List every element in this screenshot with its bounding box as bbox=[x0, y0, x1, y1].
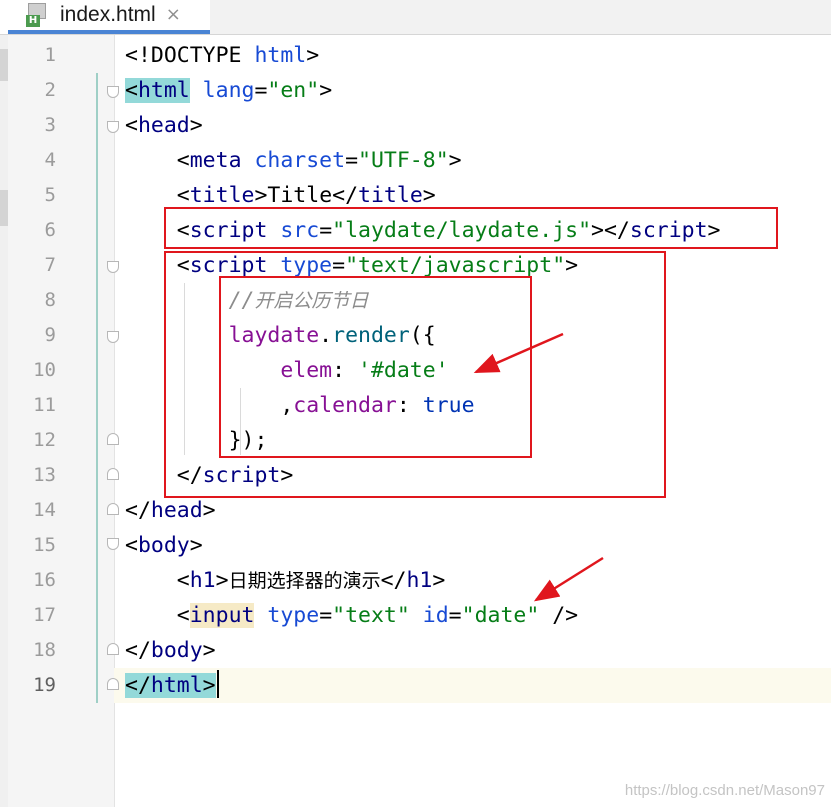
text-caret bbox=[216, 670, 219, 698]
fold-marker-html-end[interactable] bbox=[107, 678, 119, 690]
code-line-16: <h1>日期选择器的演示</h1> bbox=[176, 568, 446, 593]
line-number: 4 bbox=[44, 149, 56, 171]
left-scroll-strip bbox=[0, 35, 8, 807]
annotation-box-laydate-import bbox=[164, 207, 778, 249]
annotation-box-render-call bbox=[219, 276, 532, 458]
line-number: 13 bbox=[33, 464, 56, 486]
code-line-4: <meta charset="UTF-8"> bbox=[176, 148, 462, 173]
tab-index-html[interactable]: H index.html × bbox=[0, 0, 210, 34]
line-number: 16 bbox=[33, 569, 56, 591]
line-number: 7 bbox=[44, 254, 56, 276]
line-number: 3 bbox=[44, 114, 56, 136]
fold-marker-body-end[interactable] bbox=[107, 643, 119, 655]
fold-marker-html[interactable] bbox=[107, 86, 119, 98]
fold-marker-render[interactable] bbox=[107, 331, 119, 343]
html-file-icon: H bbox=[26, 3, 52, 29]
line-number: 2 bbox=[44, 79, 56, 101]
code-line-2: <html lang="en"> bbox=[125, 78, 333, 103]
code-line-15: <body> bbox=[125, 533, 203, 558]
line-number: 11 bbox=[33, 394, 56, 416]
fold-marker-script[interactable] bbox=[107, 261, 119, 273]
tab-label: index.html bbox=[60, 3, 156, 26]
line-number: 18 bbox=[33, 639, 56, 661]
vcs-change-marker[interactable] bbox=[96, 73, 98, 703]
watermark: https://blog.csdn.net/Mason97 bbox=[624, 782, 825, 799]
line-number: 17 bbox=[33, 604, 56, 626]
line-number: 14 bbox=[33, 499, 56, 521]
editor-tab-bar: H index.html × bbox=[0, 0, 831, 35]
line-number: 5 bbox=[44, 184, 56, 206]
fold-marker-head-end[interactable] bbox=[107, 503, 119, 515]
line-number: 12 bbox=[33, 429, 56, 451]
line-numbers: 1 2 3 4 5 6 7 8 9 10 11 12 13 14 15 16 17 18 19 bbox=[8, 38, 58, 703]
fold-marker-body[interactable] bbox=[107, 538, 119, 550]
line-number: 1 bbox=[44, 44, 56, 66]
fold-marker-script-end[interactable] bbox=[107, 468, 119, 480]
strip-marker bbox=[0, 190, 8, 226]
code-line-18: </body> bbox=[125, 638, 216, 663]
fold-marker-head[interactable] bbox=[107, 121, 119, 133]
line-number: 8 bbox=[44, 289, 56, 311]
fold-marker-render-end[interactable] bbox=[107, 433, 119, 445]
strip-marker bbox=[0, 49, 8, 81]
line-number: 15 bbox=[33, 534, 56, 556]
code-editor[interactable]: 1 2 3 4 5 6 7 8 9 10 11 12 13 14 15 16 17 18 19 <!DOCTYPE … bbox=[0, 35, 831, 807]
line-number: 9 bbox=[44, 324, 56, 346]
code-line-14: </head> bbox=[125, 498, 216, 523]
ide-window: H index.html × 1 2 3 4 5 6 7 8 9 10 11 12 13 14 15 16 17… bbox=[0, 0, 831, 807]
code-line-19: </html> bbox=[125, 668, 825, 703]
close-icon[interactable]: × bbox=[166, 4, 181, 25]
line-number: 10 bbox=[33, 359, 56, 381]
code-line-1: <!DOCTYPE html> bbox=[125, 43, 320, 68]
code-line-3: <head> bbox=[125, 113, 203, 138]
line-number: 19 bbox=[33, 674, 56, 696]
line-number: 6 bbox=[44, 219, 56, 241]
code-line-17: <input type="text" id="date" /> bbox=[176, 603, 579, 628]
